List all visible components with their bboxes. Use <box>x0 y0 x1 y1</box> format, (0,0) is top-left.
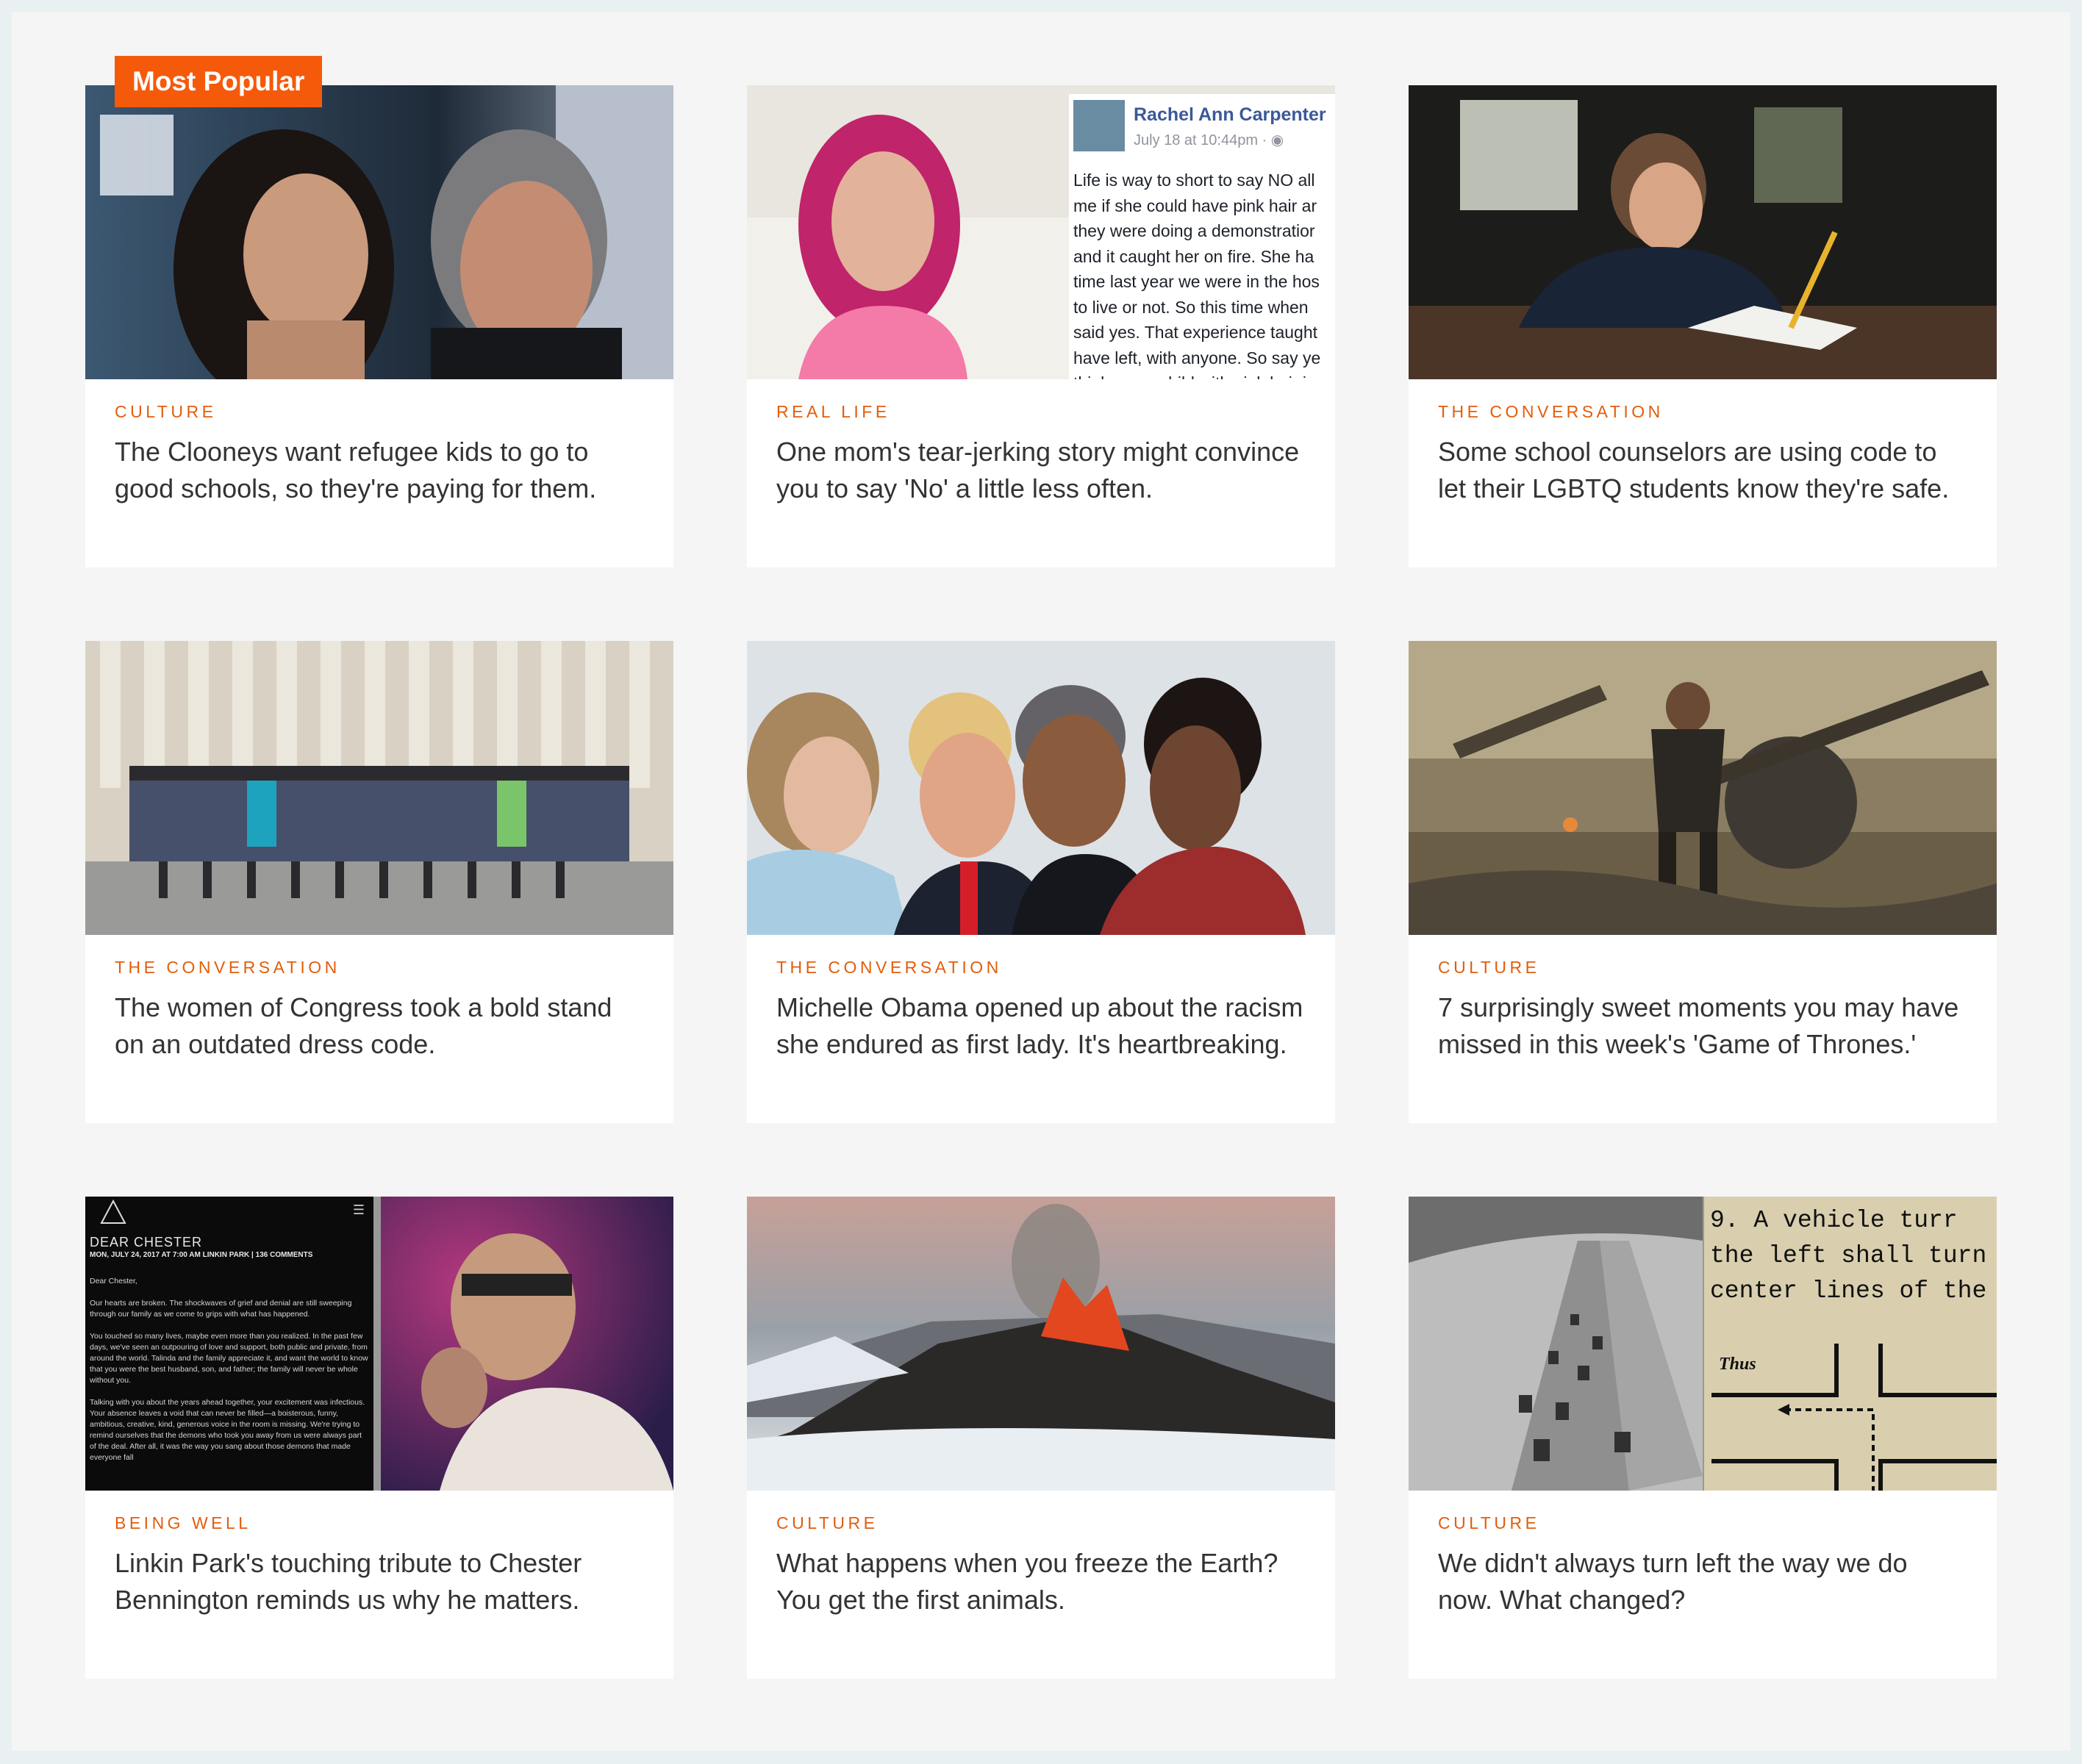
battlefield-photo <box>1409 641 1997 935</box>
article-category[interactable]: CULTURE <box>1438 1513 1967 1533</box>
article-headline[interactable]: Michelle Obama opened up about the racis… <box>776 989 1306 1063</box>
facebook-timestamp: July 18 at 10:44pm · ◉ <box>1134 131 1284 149</box>
article-category[interactable]: THE CONVERSATION <box>776 957 1306 978</box>
boy-writing-photo <box>1409 85 1997 379</box>
article-category[interactable]: THE CONVERSATION <box>1438 401 1967 422</box>
article-body: REAL LIFE One mom's tear-jerking story m… <box>747 379 1335 507</box>
article-headline[interactable]: What happens when you freeze the Earth? … <box>776 1545 1306 1618</box>
article-image-linkin-park: ☰ DEAR CHESTER MON, JULY 24, 2017 AT 7:0… <box>85 1197 673 1491</box>
article-card-game-of-thrones[interactable]: CULTURE 7 surprisingly sweet moments you… <box>1409 641 1997 1123</box>
article-body: CULTURE We didn't always turn left the w… <box>1409 1491 1997 1618</box>
article-category[interactable]: REAL LIFE <box>776 401 1306 422</box>
article-body: CULTURE What happens when you freeze the… <box>747 1491 1335 1618</box>
article-headline[interactable]: Some school counselors are using code to… <box>1438 434 1967 507</box>
article-image-clooneys <box>85 85 673 379</box>
article-card-freeze-earth[interactable]: CULTURE What happens when you freeze the… <box>747 1197 1335 1679</box>
article-card-michelle-obama[interactable]: THE CONVERSATION Michelle Obama opened u… <box>747 641 1335 1123</box>
timestamp-text: July 18 at 10:44pm · <box>1134 132 1271 148</box>
volcano-photo <box>747 1197 1335 1491</box>
turn-diagram <box>1711 1344 1997 1491</box>
article-category[interactable]: BEING WELL <box>115 1513 644 1533</box>
drivers-manual-excerpt: 9. A vehicle turr the left shall turn ar… <box>1704 1197 1997 1491</box>
article-image-game-of-thrones <box>1409 641 1997 935</box>
capitol-steps-photo <box>85 641 673 935</box>
article-headline[interactable]: The Clooneys want refugee kids to go to … <box>115 434 644 507</box>
article-image-left-turns: 9. A vehicle turr the left shall turn ar… <box>1409 1197 1997 1491</box>
article-card-school-counselors[interactable]: THE CONVERSATION Some school counselors … <box>1409 85 1997 567</box>
letter-meta: MON, JULY 24, 2017 AT 7:00 AM LINKIN PAR… <box>90 1251 313 1259</box>
clooneys-photo <box>85 85 673 379</box>
facebook-post-text: Life is way to short to say NO all me if… <box>1073 171 1321 379</box>
article-category[interactable]: CULTURE <box>776 1513 1306 1533</box>
article-category[interactable]: CULTURE <box>1438 957 1967 978</box>
article-grid: Most Popular CULTURE The Clooneys want r… <box>85 56 1997 1679</box>
linkin-park-logo-icon <box>100 1199 126 1224</box>
article-headline[interactable]: Linkin Park's touching tribute to Cheste… <box>115 1545 644 1618</box>
dear-chester-letter: ☰ DEAR CHESTER MON, JULY 24, 2017 AT 7:0… <box>85 1197 373 1491</box>
article-headline[interactable]: We didn't always turn left the way we do… <box>1438 1545 1967 1618</box>
article-card-women-congress[interactable]: THE CONVERSATION The women of Congress t… <box>85 641 673 1123</box>
article-headline[interactable]: 7 surprisingly sweet moments you may hav… <box>1438 989 1967 1063</box>
article-body: THE CONVERSATION Michelle Obama opened u… <box>747 935 1335 1063</box>
article-card-linkin-park[interactable]: ☰ DEAR CHESTER MON, JULY 24, 2017 AT 7:0… <box>85 1197 673 1679</box>
facebook-author: Rachel Ann Carpenter <box>1134 104 1326 125</box>
article-image-freeze-earth <box>747 1197 1335 1491</box>
globe-icon: ◉ <box>1270 132 1284 148</box>
inauguration-photo <box>747 641 1335 935</box>
article-body: BEING WELL Linkin Park's touching tribut… <box>85 1491 673 1618</box>
article-headline[interactable]: The women of Congress took a bold stand … <box>115 989 644 1063</box>
article-image-pink-hair: Rachel Ann Carpenter July 18 at 10:44pm … <box>747 85 1335 379</box>
article-category[interactable]: CULTURE <box>115 401 644 422</box>
page-frame: Most Popular CULTURE The Clooneys want r… <box>12 12 2070 1751</box>
article-body: CULTURE The Clooneys want refugee kids t… <box>85 379 673 507</box>
article-card-pink-hair[interactable]: Rachel Ann Carpenter July 18 at 10:44pm … <box>747 85 1335 567</box>
article-body: CULTURE 7 surprisingly sweet moments you… <box>1409 935 1997 1063</box>
article-body: THE CONVERSATION The women of Congress t… <box>85 935 673 1063</box>
menu-icon: ☰ <box>352 1202 365 1217</box>
article-image-school-counselors <box>1409 85 1997 379</box>
manual-line: the left shall turn ar <box>1710 1242 1997 1269</box>
manual-line: center lines of the t <box>1710 1277 1997 1305</box>
freeway-photo <box>1409 1197 1703 1491</box>
letter-body: Dear Chester, Our hearts are broken. The… <box>90 1277 368 1462</box>
article-category[interactable]: THE CONVERSATION <box>115 957 644 978</box>
article-headline[interactable]: One mom's tear-jerking story might convi… <box>776 434 1306 507</box>
article-body: THE CONVERSATION Some school counselors … <box>1409 379 1997 507</box>
chester-photo <box>381 1197 673 1491</box>
facebook-post: Rachel Ann Carpenter July 18 at 10:44pm … <box>1069 94 1335 379</box>
manual-line: 9. A vehicle turr <box>1710 1207 1958 1234</box>
article-image-women-congress <box>85 641 673 935</box>
most-popular-badge: Most Popular <box>115 56 323 107</box>
article-card-left-turns[interactable]: 9. A vehicle turr the left shall turn ar… <box>1409 1197 1997 1679</box>
article-image-michelle-obama <box>747 641 1335 935</box>
letter-title: DEAR CHESTER <box>90 1235 203 1250</box>
article-card-clooneys[interactable]: Most Popular CULTURE The Clooneys want r… <box>85 56 673 567</box>
avatar <box>1073 100 1125 151</box>
